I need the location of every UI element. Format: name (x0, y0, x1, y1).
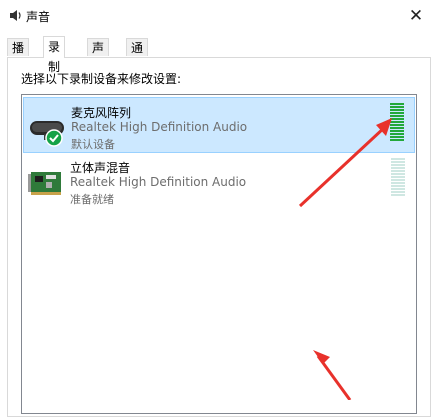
level-meter (390, 103, 404, 143)
level-segment (391, 164, 405, 166)
device-stereo-mix[interactable]: 立体声混音 Realtek High Definition Audio 准备就绪 (23, 153, 415, 209)
level-segment (390, 106, 404, 108)
device-status: 准备就绪 (70, 193, 114, 206)
level-segment (390, 133, 404, 135)
window-title: 声音 (26, 10, 51, 24)
close-button[interactable]: ✕ (393, 0, 439, 31)
level-segment (390, 124, 404, 126)
level-segment (391, 161, 405, 163)
level-segment (390, 121, 404, 123)
level-segment (391, 173, 405, 175)
default-check-icon (45, 129, 63, 147)
level-segment (390, 127, 404, 129)
title-bar: 声音 ✕ (0, 0, 439, 31)
level-segment (391, 185, 405, 187)
device-status: 默认设备 (71, 138, 115, 151)
level-segment (390, 118, 404, 120)
level-segment (390, 109, 404, 111)
level-segment (391, 188, 405, 190)
level-segment (390, 136, 404, 138)
microphone-array-icon (30, 121, 64, 147)
device-driver: Realtek High Definition Audio (71, 120, 248, 134)
level-segment (390, 112, 404, 114)
level-segment (391, 158, 405, 160)
level-meter (391, 158, 405, 198)
instruction-text: 选择以下录制设备来修改设置: (21, 72, 182, 86)
device-name: 立体声混音 (70, 161, 131, 175)
speaker-icon (10, 10, 21, 21)
level-segment (391, 176, 405, 178)
level-segment (391, 182, 405, 184)
tab-communications[interactable]: 通信 (126, 38, 149, 73)
close-icon: ✕ (408, 5, 424, 26)
level-segment (390, 103, 404, 105)
device-microphone-array[interactable]: 麦克风阵列 Realtek High Definition Audio 默认设备 (23, 97, 415, 153)
level-segment (391, 191, 405, 193)
level-segment (390, 139, 404, 141)
tab-recording[interactable]: 录制 (43, 36, 66, 74)
level-segment (390, 115, 404, 117)
device-name: 麦克风阵列 (71, 106, 132, 120)
tab-playback[interactable]: 播放 (7, 38, 30, 73)
device-driver: Realtek High Definition Audio (70, 175, 247, 189)
recording-device-list[interactable]: 麦克风阵列 Realtek High Definition Audio 默认设备… (21, 94, 417, 414)
level-segment (391, 194, 405, 196)
tab-sounds[interactable]: 声音 (87, 38, 110, 73)
level-segment (391, 167, 405, 169)
level-segment (391, 170, 405, 172)
level-segment (390, 130, 404, 132)
sound-card-icon (28, 172, 61, 195)
level-segment (391, 179, 405, 181)
